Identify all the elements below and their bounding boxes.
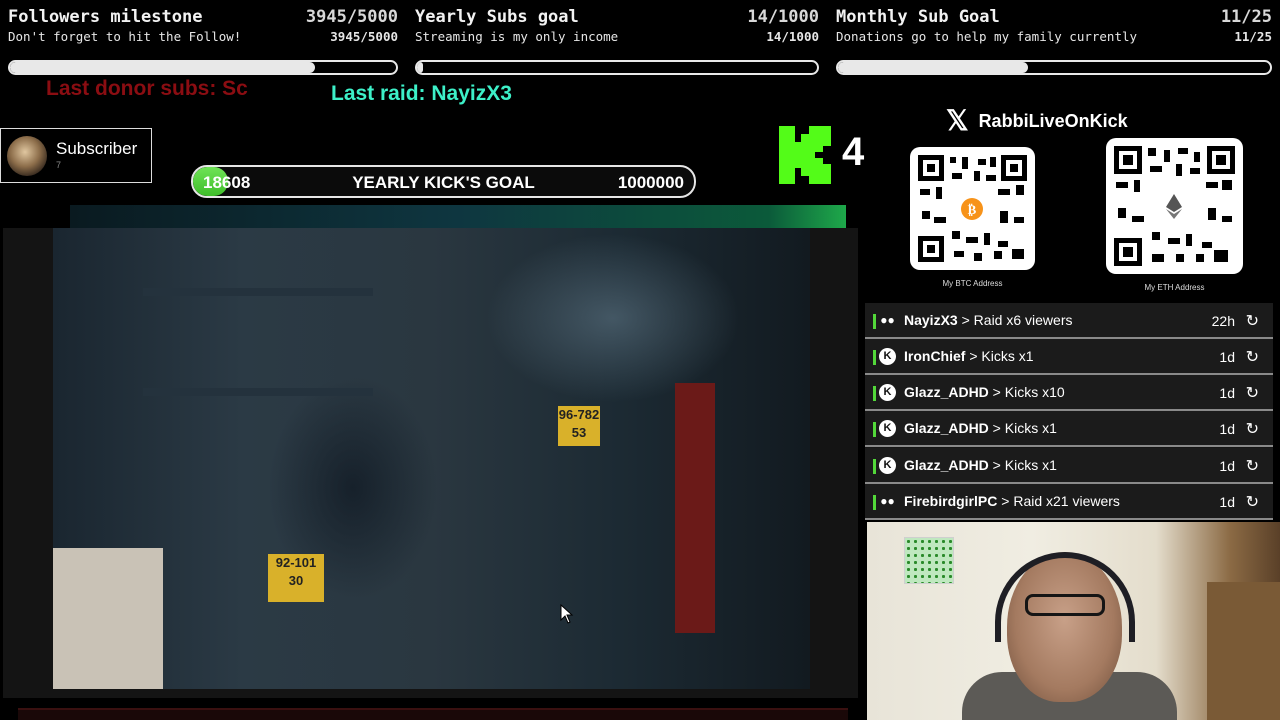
replay-icon[interactable]: ↻ (1246, 492, 1259, 512)
goal-progress: 3945/5000 (305, 7, 398, 27)
goal-subtitle: Streaming is my only income (415, 29, 619, 44)
event-row: ●● NayizX3 > Raid x6 viewers 22h ↻ (865, 303, 1273, 339)
event-accent (873, 459, 876, 474)
event-accent (873, 314, 876, 329)
event-row: K Glazz_ADHD > Kicks x1 1d ↻ (865, 411, 1273, 447)
kick-goal-target: 1000000 (617, 173, 684, 192)
cardboard-box (53, 548, 163, 689)
event-time: 1d (1219, 349, 1235, 365)
event-user: Glazz_ADHD (904, 420, 989, 436)
event-user: IronChief (904, 348, 966, 364)
glasses (1025, 594, 1105, 616)
event-user: Glazz_ADHD (904, 384, 989, 400)
btc-qr-code: ₿ (910, 147, 1035, 270)
yearly-kick-goal-bar: 18608 YEARLY KICK'S GOAL 1000000 (191, 165, 696, 198)
goal-panel-monthly-subs: Monthly Sub Goal 11/25 Donations go to h… (828, 0, 1280, 80)
goal-panel-followers: Followers milestone 3945/5000 Don't forg… (0, 0, 406, 80)
garage-shelf (143, 288, 373, 296)
goal-title: Followers milestone (8, 7, 203, 27)
recent-events-list: ●● NayizX3 > Raid x6 viewers 22h ↻ K Iro… (865, 303, 1273, 520)
wall-plant-art (904, 537, 954, 584)
subscriber-label: Subscriber (56, 139, 138, 158)
kick-icon: K (879, 384, 896, 401)
goal-progress-small: 3945/5000 (330, 29, 398, 44)
license-plate: 92-101 30 (268, 554, 324, 602)
event-row: K Glazz_ADHD > Kicks x10 1d ↻ (865, 375, 1273, 411)
goal-progress-fill (417, 62, 423, 73)
goal-progress-bar (415, 60, 819, 75)
event-action: Raid x21 viewers (1013, 493, 1120, 509)
eth-qr-code (1106, 138, 1243, 274)
background-door (1207, 582, 1280, 720)
goal-progress-fill (10, 62, 315, 73)
event-action: Kicks x10 (1004, 384, 1065, 400)
x-logo-icon: 𝕏 (946, 105, 969, 136)
x-handle-text: RabbiLiveOnKick (978, 110, 1128, 131)
last-raid-ticker: Last raid: NayizX3 (331, 82, 512, 105)
event-accent (873, 495, 876, 510)
event-time: 1d (1219, 494, 1235, 510)
event-time: 1d (1219, 421, 1235, 437)
goal-title: Yearly Subs goal (415, 7, 579, 27)
last-donor-ticker: Last donor subs: Sc (46, 77, 248, 100)
subscriber-count: 7 (56, 160, 62, 170)
goal-progress-fill (838, 62, 1029, 73)
goal-panel-yearly-subs: Yearly Subs goal 14/1000 Streaming is my… (407, 0, 827, 80)
goal-subtitle: Don't forget to hit the Follow! (8, 29, 242, 44)
goal-title: Monthly Sub Goal (836, 7, 1000, 27)
event-row: K Glazz_ADHD > Kicks x1 1d ↻ (865, 448, 1273, 484)
event-action: Kicks x1 (1004, 457, 1057, 473)
event-time: 1d (1219, 458, 1235, 474)
goal-subtitle: Donations go to help my family currently (836, 29, 1138, 44)
kick-counter-value: 4 (842, 130, 865, 174)
replay-icon[interactable]: ↻ (1246, 419, 1259, 439)
mouse-cursor-icon (560, 604, 574, 624)
kick-icon: K (879, 457, 896, 474)
eth-caption: My ETH Address (1144, 283, 1205, 292)
goal-progress: 11/25 (1220, 7, 1272, 27)
kick-icon: K (879, 420, 896, 437)
goal-progress-bar (836, 60, 1272, 75)
event-accent (873, 350, 876, 365)
event-user: NayizX3 (904, 312, 958, 328)
goal-progress-small: 11/25 (1234, 29, 1272, 44)
event-time: 1d (1219, 385, 1235, 401)
event-accent (873, 422, 876, 437)
raid-icon: ●● (880, 494, 895, 508)
webcam-feed (867, 522, 1280, 720)
event-action: Kicks x1 (981, 348, 1034, 364)
license-plate: 96-782 53 (558, 406, 600, 446)
goal-progress: 14/1000 (747, 7, 819, 27)
kick-icon: K (879, 348, 896, 365)
goal-progress-bar (8, 60, 398, 75)
replay-icon[interactable]: ↻ (1246, 347, 1259, 367)
replay-icon[interactable]: ↻ (1246, 383, 1259, 403)
qr-pattern: ₿ (918, 155, 1027, 262)
avatar (7, 136, 47, 176)
tyre-machine-column (675, 383, 715, 633)
event-user: FirebirdgirlPC (904, 493, 998, 509)
event-action: Kicks x1 (1004, 420, 1057, 436)
btc-caption: My BTC Address (942, 279, 1003, 288)
video-top-strip (70, 205, 846, 228)
raid-icon: ●● (880, 313, 895, 327)
event-row: ●● FirebirdgirlPC > Raid x21 viewers 1d … (865, 484, 1273, 520)
event-time: 22h (1211, 313, 1235, 329)
garage-shelf (143, 388, 373, 396)
replay-icon[interactable]: ↻ (1246, 456, 1259, 476)
x-handle: 𝕏 RabbiLiveOnKick (946, 107, 1128, 135)
svg-text:₿: ₿ (968, 203, 977, 218)
event-accent (873, 386, 876, 401)
event-user: Glazz_ADHD (904, 457, 989, 473)
video-player[interactable]: 96-782 53 92-101 30 (53, 228, 810, 689)
kick-logo-icon (779, 126, 831, 184)
latest-subscriber-box: Subscriber 7 (0, 128, 152, 183)
goal-progress-small: 14/1000 (766, 29, 819, 44)
video-bottom-strip (18, 708, 848, 720)
event-row: K IronChief > Kicks x1 1d ↻ (865, 339, 1273, 375)
event-action: Raid x6 viewers (973, 312, 1073, 328)
replay-icon[interactable]: ↻ (1246, 311, 1259, 331)
qr-pattern (1114, 146, 1235, 266)
